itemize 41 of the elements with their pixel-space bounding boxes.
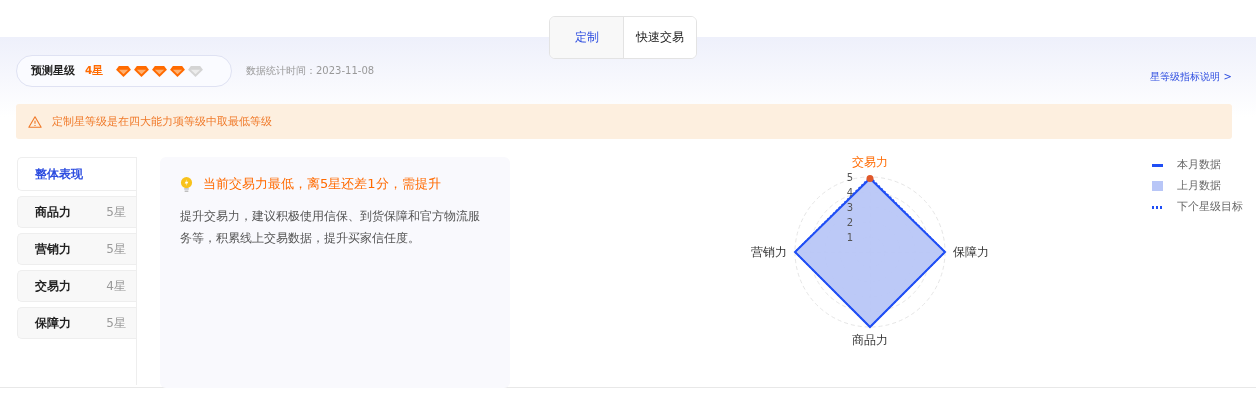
menu-grade: 5星: [106, 240, 126, 258]
menu-item[interactable]: 交易力 4星: [17, 270, 136, 302]
axis-label: 商品力: [852, 333, 888, 347]
axis-label: 保障力: [953, 245, 989, 259]
menu-label: 商品力: [35, 203, 71, 221]
help-link[interactable]: 星等级指标说明 >: [1150, 70, 1232, 84]
menu-label: 整体表现: [35, 165, 83, 183]
tick-label: 3: [846, 202, 854, 213]
menu-item[interactable]: 商品力 5星: [17, 196, 136, 228]
axis-label: 营销力: [751, 245, 787, 259]
tick-label: 4: [846, 187, 854, 198]
alert-text: 定制星等级是在四大能力项等级中取最低等级: [52, 114, 272, 129]
legend-label[interactable]: 上月数据: [1177, 179, 1221, 193]
tab[interactable]: 定制: [550, 17, 624, 58]
tip-text: 提升交易力，建议积极使用信保、到货保障和官方物流服务等，积累线上交易数据，提升买家信任度。: [180, 208, 481, 247]
legend-label[interactable]: 本月数据: [1177, 158, 1221, 172]
tip-title: 当前交易力最低，离5星还差1分，需提升: [203, 175, 441, 193]
tick-label: 1: [846, 232, 854, 243]
tick-label: 5: [846, 172, 854, 183]
menu-grade: 4星: [106, 277, 126, 295]
axis-label: 交易力: [852, 155, 888, 169]
menu-label: 保障力: [35, 314, 71, 332]
diamond-icon: [187, 64, 205, 78]
menu-grade: 5星: [106, 203, 126, 221]
lightbulb-icon: [180, 175, 193, 193]
menu-item[interactable]: 整体表现: [17, 157, 136, 191]
menu-item[interactable]: 营销力 5星: [17, 233, 136, 265]
menu-label: 营销力: [35, 240, 71, 258]
tick-label: 2: [846, 217, 854, 228]
stats-time: 数据统计时间：2023-11-08: [246, 64, 375, 78]
menu-grade: 5星: [106, 314, 126, 332]
rating-value: 4星: [85, 64, 104, 78]
diamond-icon: [115, 64, 133, 78]
menu-item[interactable]: 保障力 5星: [17, 307, 136, 339]
rating-label: 预测星级: [31, 64, 75, 78]
diamond-icon: [133, 64, 151, 78]
warning-icon: [28, 114, 42, 129]
diamond-icon: [169, 64, 187, 78]
diamond-icon: [151, 64, 169, 78]
legend-label[interactable]: 下个星级目标: [1177, 200, 1243, 214]
menu-label: 交易力: [35, 277, 71, 295]
